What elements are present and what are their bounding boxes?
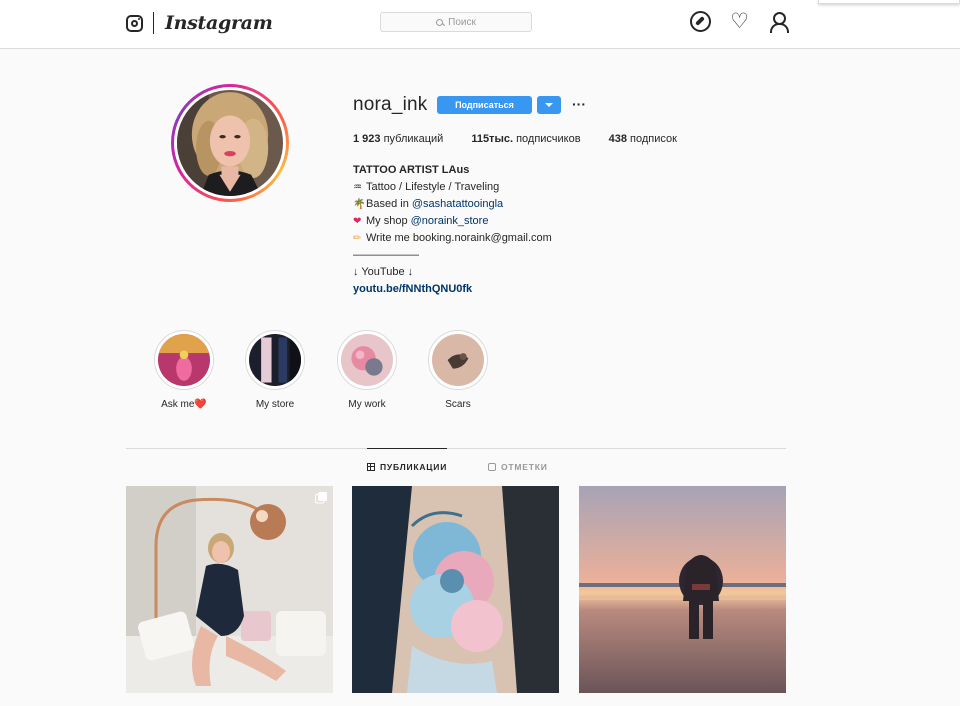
palm-tree-emoji-icon: 🌴	[353, 199, 366, 210]
post-thumbnail[interactable]	[352, 486, 559, 693]
grid-icon	[367, 463, 375, 471]
story-highlight[interactable]: My work	[336, 330, 398, 410]
bio-line: ✏ Write me booking.noraink@gmail.com	[353, 230, 552, 247]
following-count[interactable]: 438 подписок	[609, 133, 677, 145]
bio-separator: ——————	[353, 249, 419, 261]
tabs-divider	[126, 448, 786, 449]
tab-posts[interactable]: ПУБЛИКАЦИИ	[367, 462, 447, 472]
search-input[interactable]: Поиск	[380, 12, 532, 32]
nav-icons: ♡	[690, 11, 789, 33]
bio-external-link[interactable]: youtu.be/fNNthQNU0fk	[353, 281, 552, 298]
story-highlight[interactable]: My store	[244, 330, 306, 410]
heart-icon[interactable]: ♡	[729, 11, 750, 32]
tab-tagged[interactable]: ОТМЕТКИ	[488, 462, 548, 472]
highlight-cover	[341, 334, 393, 386]
mention-link[interactable]: @noraink_store	[411, 215, 489, 227]
mention-link[interactable]: @sashatattooingla	[412, 198, 503, 210]
profile-stats: 1 923 публикаций 115тыс. подписчиков 438…	[353, 133, 705, 145]
profile-full-name: TATTOO ARTIST LAus	[353, 164, 470, 176]
top-navigation: Instagram Поиск ♡	[0, 0, 960, 49]
post-image	[126, 486, 333, 693]
overlay-popup-edge	[818, 0, 960, 4]
camera-icon	[126, 14, 143, 32]
logo-divider	[153, 12, 154, 34]
highlight-cover	[432, 334, 484, 386]
highlight-cover	[158, 334, 210, 386]
story-highlight[interactable]: Ask me❤️	[153, 330, 215, 410]
post-thumbnail[interactable]	[579, 486, 786, 693]
suggestions-dropdown-button[interactable]	[537, 96, 561, 114]
search-placeholder: Поиск	[448, 16, 476, 28]
bio-line: 🌴Based in @sashatattooingla	[353, 196, 552, 213]
followers-count[interactable]: 115тыс. подписчиков	[471, 133, 580, 145]
follow-button[interactable]: Подписаться	[437, 96, 532, 114]
multiple-photos-icon	[315, 492, 327, 504]
highlight-label: Ask me❤️	[161, 399, 207, 410]
instagram-wordmark: Instagram	[165, 12, 273, 34]
zodiac-emoji-icon: ♒	[353, 182, 362, 193]
bio-line: ❤ My shop @noraink_store	[353, 213, 552, 230]
instagram-logo[interactable]: Instagram	[126, 11, 273, 35]
post-thumbnail[interactable]	[126, 486, 333, 693]
compass-icon[interactable]	[690, 11, 711, 32]
post-image	[352, 486, 559, 693]
search-icon	[436, 18, 444, 26]
post-image	[579, 486, 786, 693]
profile-avatar-ring[interactable]	[171, 84, 289, 202]
pencil-emoji-icon: ✏	[353, 233, 362, 244]
profile-bio: TATTOO ARTIST LAus ♒ Tattoo / Lifestyle /…	[353, 162, 552, 298]
user-icon[interactable]	[768, 11, 789, 33]
highlight-label: Scars	[445, 399, 471, 410]
bio-line: ↓ YouTube ↓	[353, 266, 414, 278]
tag-icon	[488, 463, 496, 471]
story-highlight[interactable]: Scars	[427, 330, 489, 410]
profile-avatar	[177, 90, 283, 196]
bio-line: ♒ Tattoo / Lifestyle / Traveling	[353, 179, 552, 196]
highlight-cover	[249, 334, 301, 386]
active-tab-indicator	[367, 448, 447, 449]
heart-emoji-icon: ❤	[353, 216, 362, 227]
profile-username: nora_ink	[353, 94, 428, 115]
highlight-label: My work	[348, 399, 386, 410]
posts-count: 1 923 публикаций	[353, 133, 444, 145]
highlight-label: My store	[255, 399, 295, 410]
more-options-icon[interactable]: ···	[572, 96, 586, 112]
